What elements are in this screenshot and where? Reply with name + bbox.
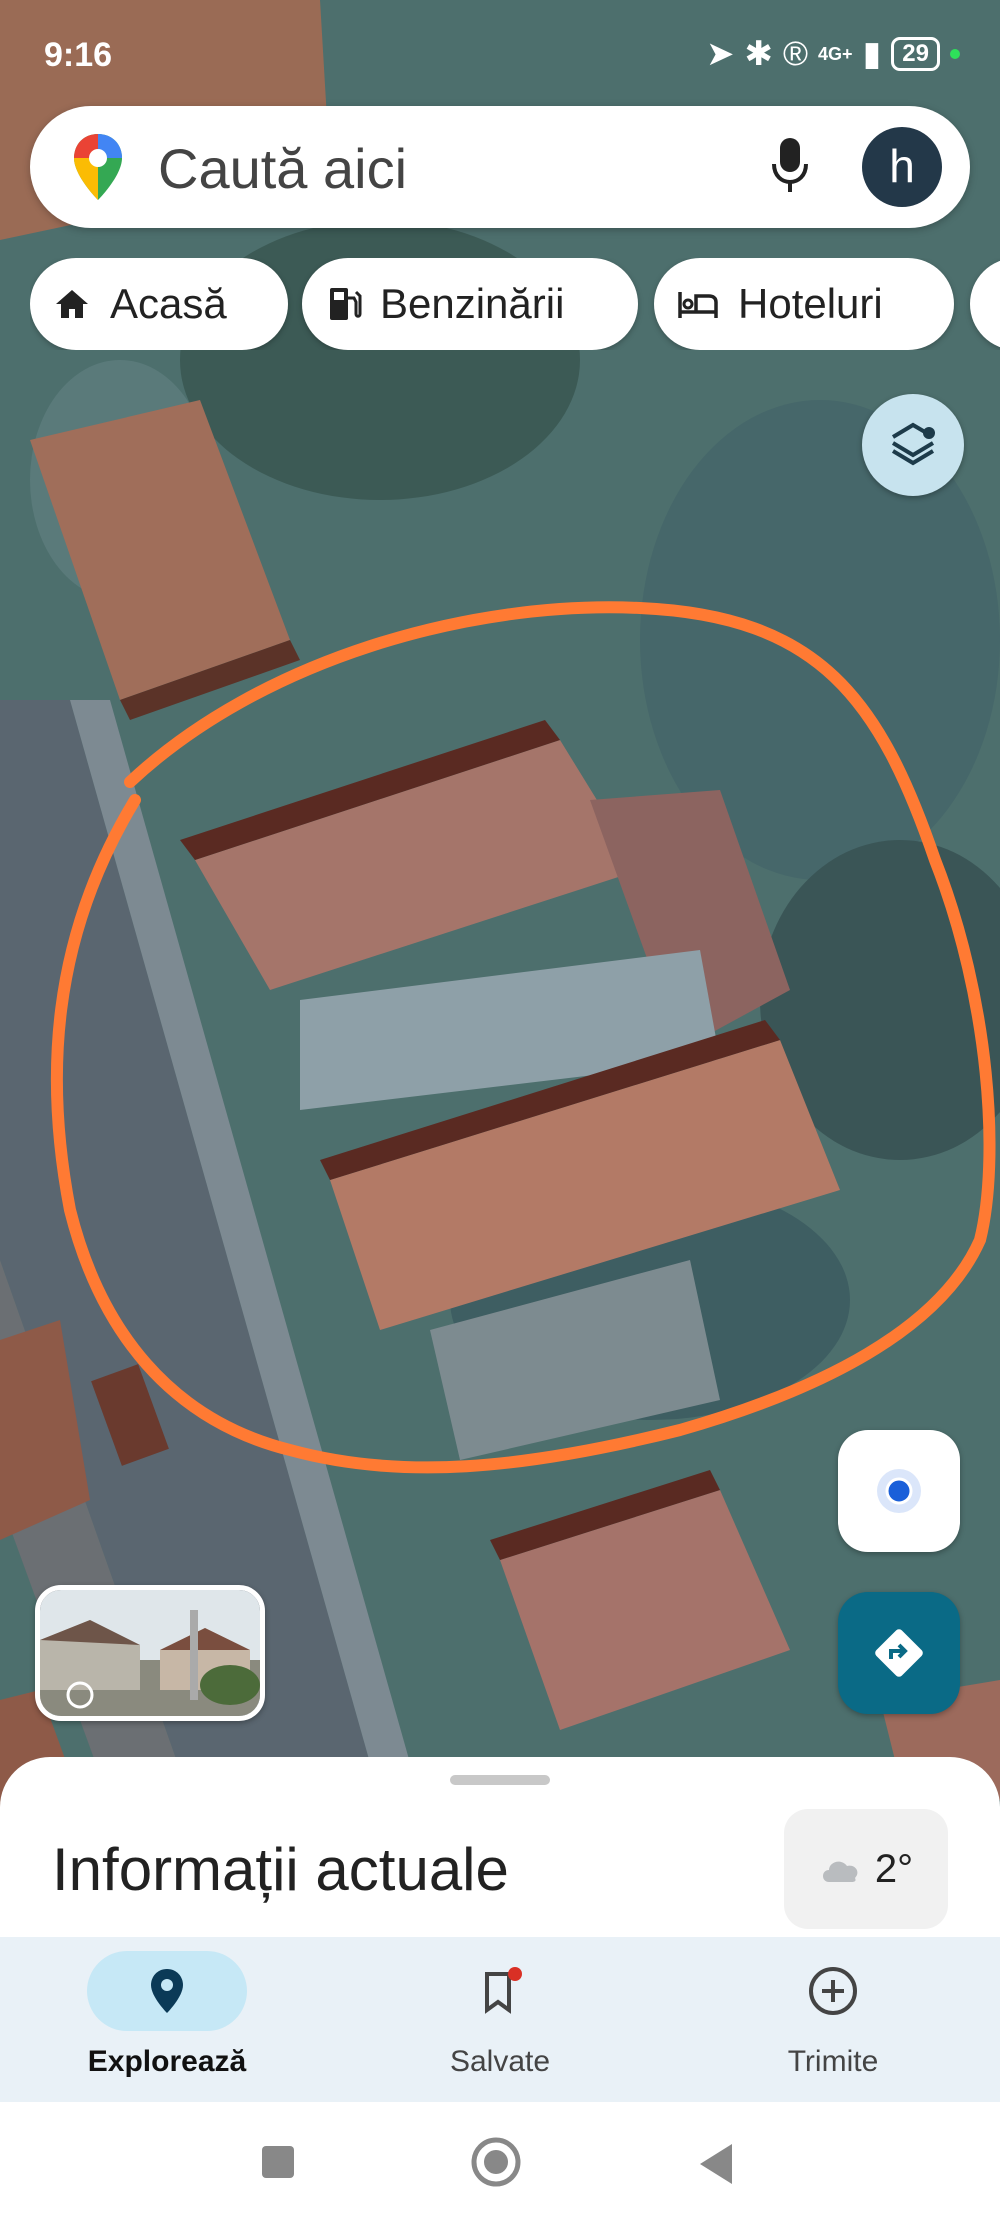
category-chips: Acasă Benzinării Hoteluri — [30, 258, 1000, 350]
chip-hotels[interactable]: Hoteluri — [654, 258, 954, 350]
tab-icon-container — [420, 1951, 580, 2031]
navigation-arrow-icon: ➤ — [705, 35, 735, 73]
google-maps-pin-icon — [72, 132, 124, 207]
status-bar: 9:16 ➤ ✱ ® 4G+ ▮ 29 — [0, 0, 1000, 110]
chip-more[interactable] — [970, 258, 1000, 350]
back-icon[interactable] — [696, 2142, 736, 2186]
tab-explore[interactable]: Explorează — [57, 1951, 277, 2079]
tab-icon-container — [87, 1951, 247, 2031]
chip-home[interactable]: Acasă — [30, 258, 288, 350]
street-view-thumbnail[interactable] — [35, 1585, 265, 1721]
tab-label: Explorează — [87, 2045, 247, 2078]
recents-icon[interactable] — [258, 2142, 298, 2182]
status-icons: ➤ ✱ ® 4G+ ▮ 29 — [706, 34, 960, 74]
search-input[interactable]: Caută aici — [158, 136, 407, 201]
green-dot-icon — [950, 49, 960, 59]
search-bar[interactable]: Caută aici h — [30, 106, 970, 228]
chip-label: Hoteluri — [738, 280, 883, 327]
directions-icon — [875, 1629, 923, 1677]
gas-station-icon — [330, 288, 362, 320]
hotel-icon — [678, 292, 718, 318]
avatar[interactable]: h — [862, 127, 942, 207]
microphone-icon[interactable] — [770, 136, 810, 201]
weather-widget[interactable]: 2° — [784, 1809, 948, 1929]
network-label: 4G+ — [818, 43, 853, 64]
tab-contribute[interactable]: Trimite — [723, 1951, 943, 2079]
tab-label: Trimite — [787, 2045, 879, 2078]
signal-icon: ▮ — [862, 35, 882, 73]
chip-label: Benzinării — [380, 280, 565, 327]
chip-gas-stations[interactable]: Benzinării — [302, 258, 638, 350]
bottom-sheet[interactable]: Informații actuale 2° — [0, 1757, 1000, 1937]
cloud-icon — [822, 1861, 858, 1882]
tab-label: Salvate — [449, 2045, 551, 2078]
sheet-title: Informații actuale — [52, 1836, 509, 1903]
bottom-navigation: Explorează Salvate Trimite — [0, 1937, 1000, 2102]
system-navigation-bar — [0, 2102, 1000, 2222]
registered-icon: ® — [782, 34, 809, 73]
my-location-button[interactable] — [838, 1430, 960, 1552]
tab-icon-container — [753, 1951, 913, 2031]
drag-handle[interactable] — [450, 1775, 550, 1785]
directions-button[interactable] — [838, 1592, 960, 1714]
tab-saved[interactable]: Salvate — [390, 1951, 610, 2079]
add-circle-icon — [809, 1967, 857, 2015]
bookmark-icon — [485, 1967, 522, 2014]
explore-pin-icon — [151, 1969, 183, 2013]
bluetooth-icon: ✱ — [744, 35, 773, 73]
battery-indicator: 29 — [891, 37, 940, 71]
location-dot-icon — [877, 1469, 921, 1513]
temperature-label: 2° — [874, 1846, 914, 1891]
layers-icon — [891, 422, 935, 466]
chip-label: Acasă — [110, 280, 227, 327]
layers-button[interactable] — [862, 394, 964, 496]
home-icon — [56, 290, 88, 318]
home-button-icon[interactable] — [470, 2136, 522, 2188]
status-time: 9:16 — [44, 36, 113, 74]
